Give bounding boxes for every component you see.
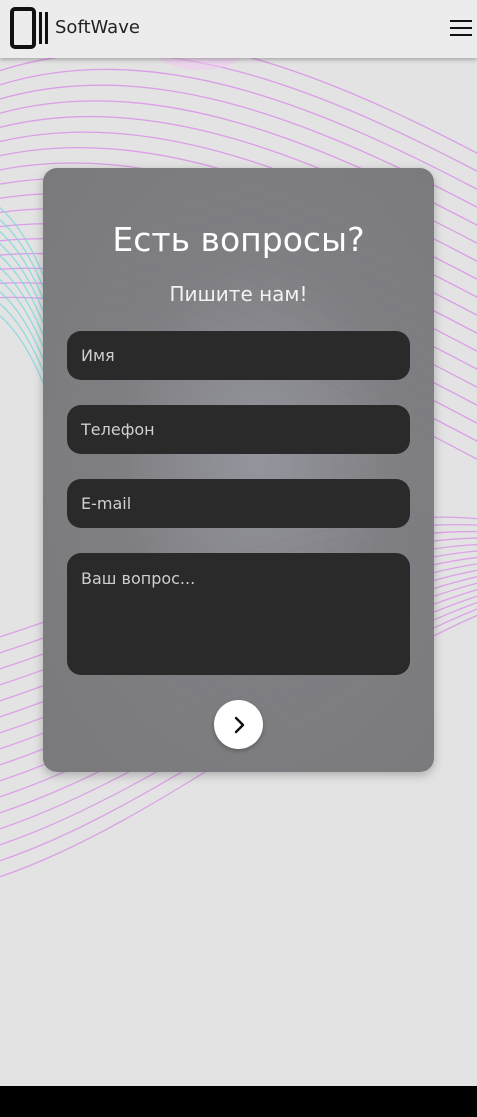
contact-form-card: Есть вопросы? Пишите нам! <box>43 168 434 772</box>
question-field[interactable] <box>67 553 410 675</box>
submit-button[interactable] <box>214 700 263 749</box>
chevron-right-icon <box>234 716 244 733</box>
brand-name[interactable]: SoftWave <box>55 17 140 38</box>
tablet-logo-icon[interactable] <box>9 6 51 50</box>
form-title: Есть вопросы? <box>112 220 365 259</box>
top-header: SoftWave <box>0 0 477 58</box>
form-subtitle: Пишите нам! <box>169 282 308 306</box>
phone-field[interactable] <box>67 405 410 454</box>
email-field[interactable] <box>67 479 410 528</box>
system-bottom-bar <box>0 1086 477 1117</box>
hamburger-menu-icon[interactable] <box>450 20 472 39</box>
name-field[interactable] <box>67 331 410 380</box>
wave-line <box>0 52 477 172</box>
